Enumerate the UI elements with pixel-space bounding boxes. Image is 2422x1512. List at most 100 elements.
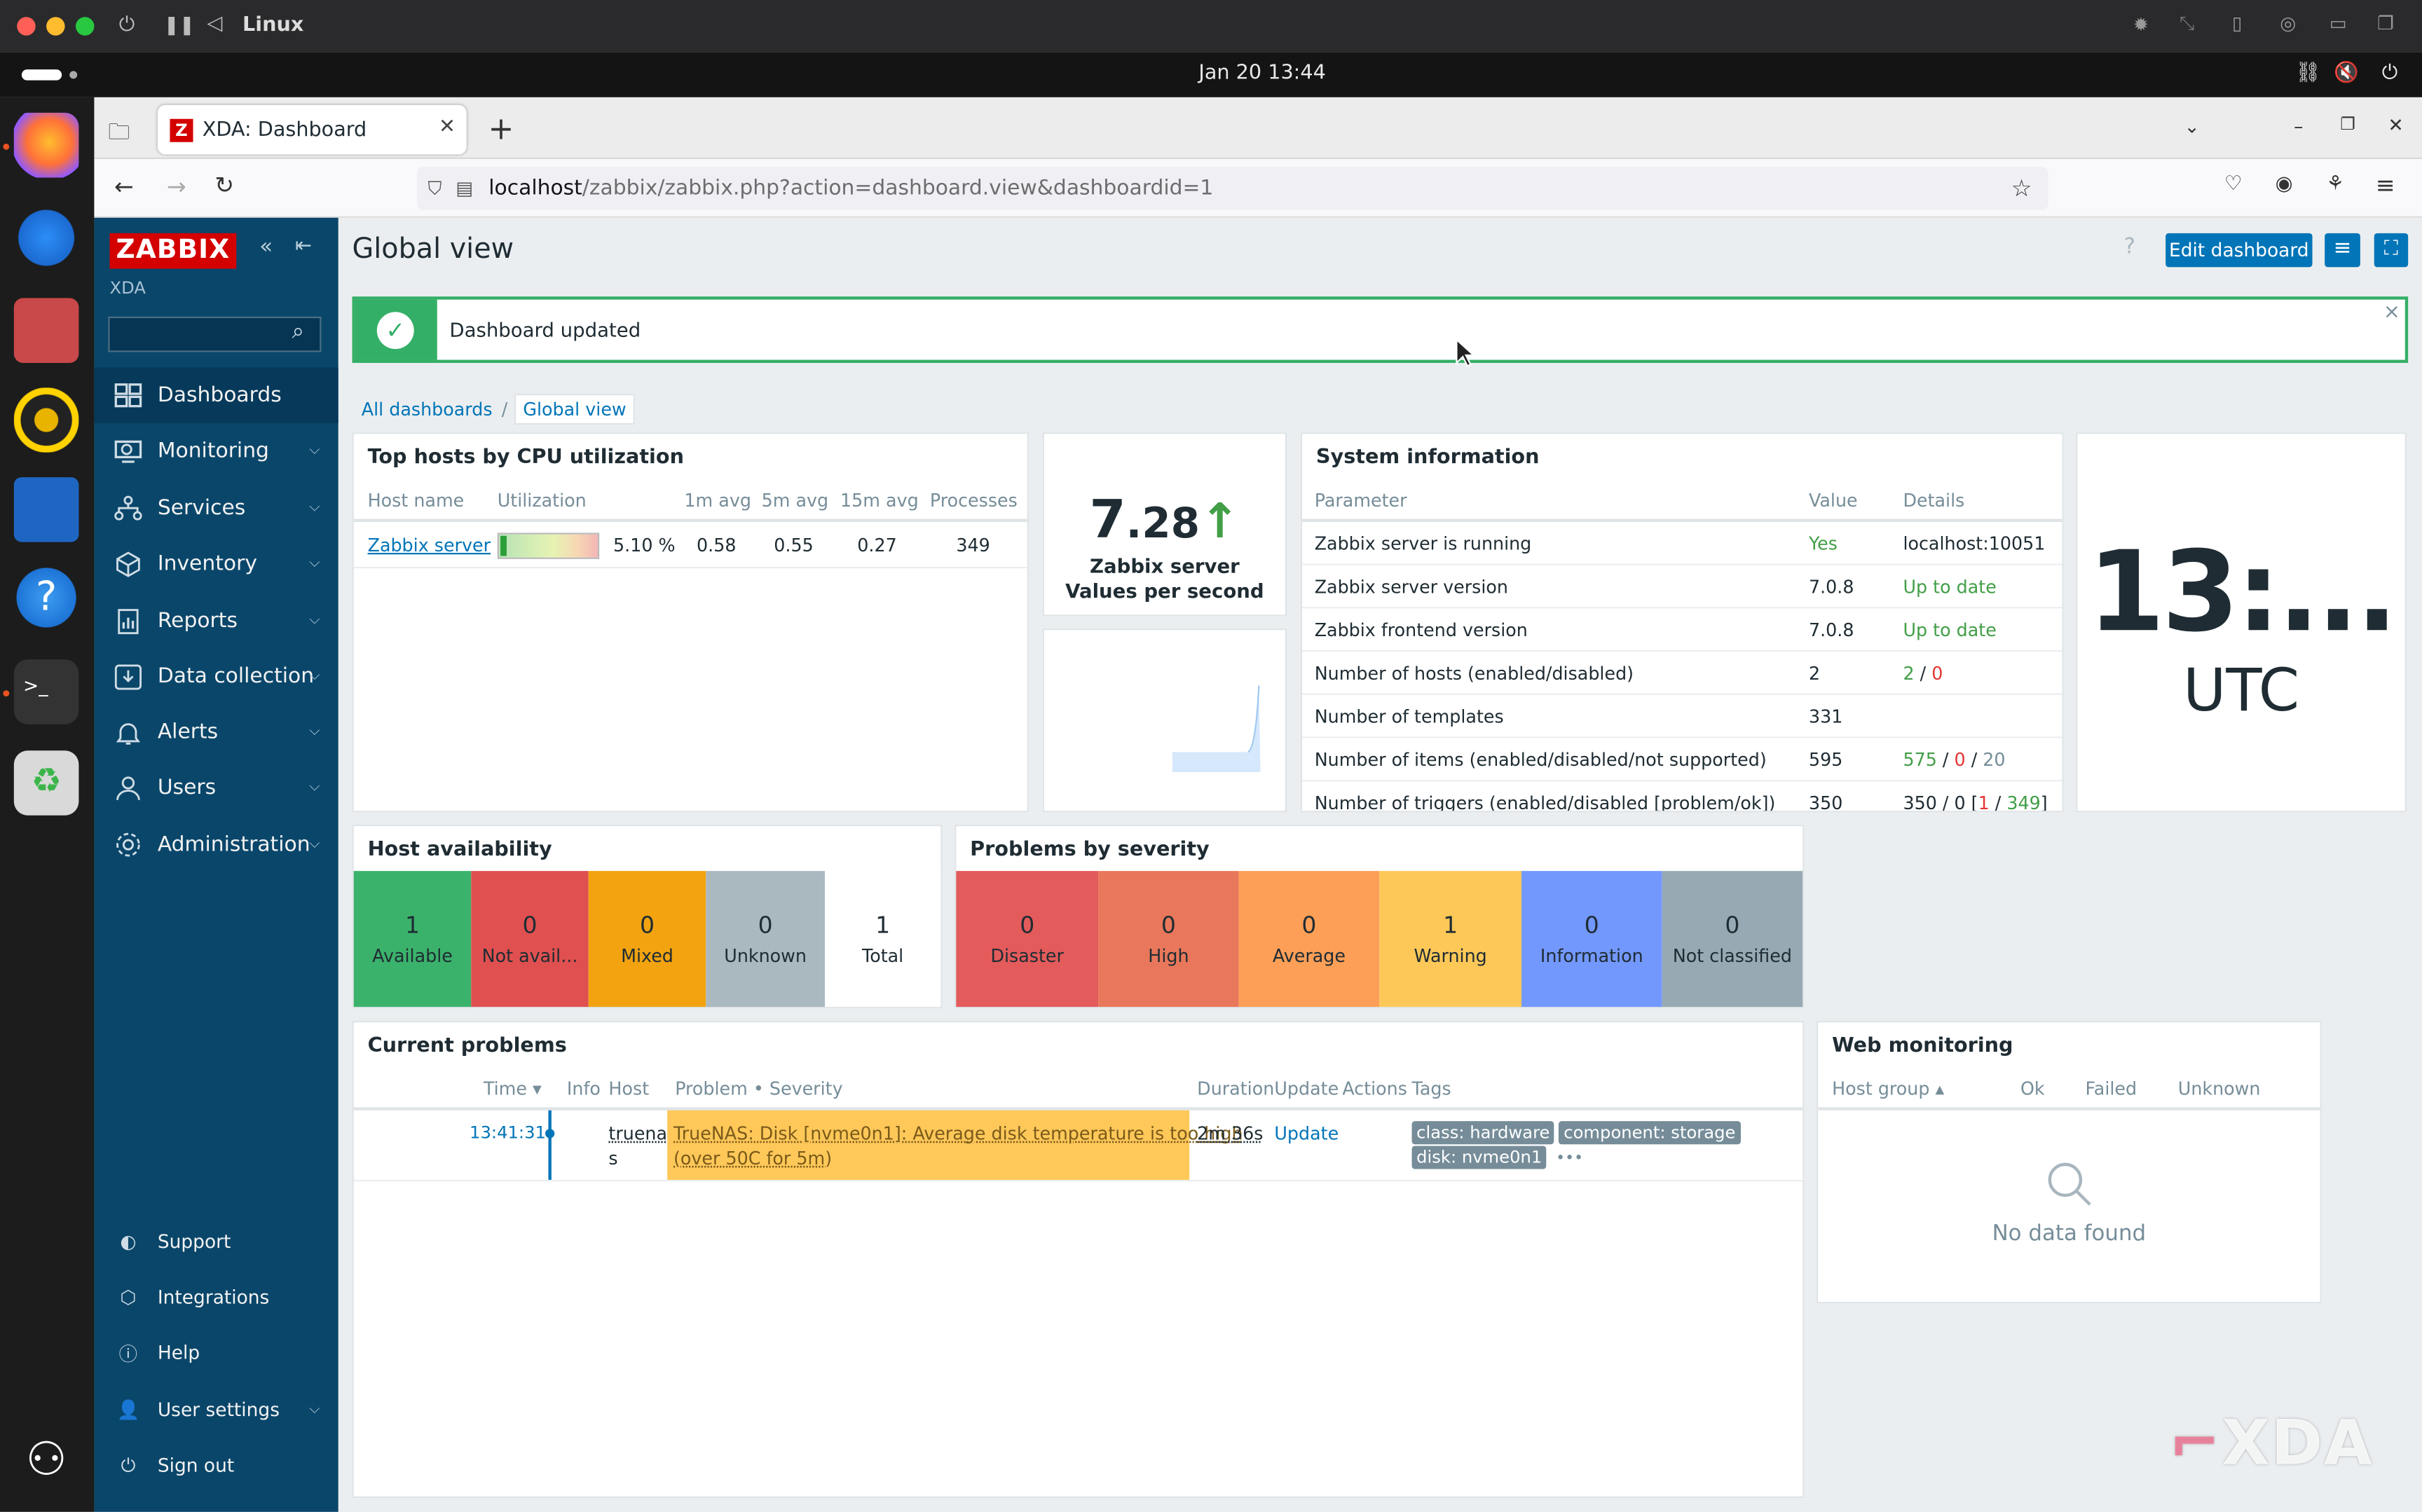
host-availability-mixed[interactable]: 0 Mixed <box>588 871 706 1008</box>
files-icon[interactable] <box>13 298 79 363</box>
sidebar-item-services[interactable]: Services ⌵ <box>94 480 338 535</box>
close-tab-icon[interactable]: ✕ <box>439 116 456 139</box>
pause-icon[interactable]: ❚❚ <box>164 14 195 36</box>
help-button[interactable]: ? <box>2124 235 2135 259</box>
sidebar-item-dashboards[interactable]: Dashboards <box>94 367 338 423</box>
breadcrumb-all-dashboards[interactable]: All dashboards <box>353 398 502 420</box>
pocket-icon[interactable]: ♡ <box>2224 173 2243 196</box>
new-tab-button[interactable]: + <box>488 109 514 146</box>
column-header-host[interactable]: Host <box>608 1078 649 1099</box>
back-icon[interactable]: ◁ <box>207 13 222 36</box>
column-header[interactable]: Utilization <box>498 490 587 511</box>
close-window-button[interactable] <box>17 17 36 36</box>
breadcrumb-current[interactable]: Global view <box>514 392 636 425</box>
kiosk-mode-icon[interactable]: ⛶ <box>2374 233 2409 268</box>
power-menu-icon[interactable]: ⏻ <box>2382 62 2398 85</box>
sidebar-item-user-settings[interactable]: 👤 User settings ⌵ <box>94 1382 338 1438</box>
power-icon[interactable]: ⏻ <box>119 14 135 37</box>
sidebar-item-sign-out[interactable]: ⏻ Sign out <box>94 1438 338 1493</box>
account-icon[interactable]: ◉ <box>2276 173 2293 196</box>
host-availability-not-available[interactable]: 0 Not avail... <box>471 871 589 1008</box>
url-bar[interactable]: ⛉ ▤ localhost/zabbix/zabbix.php?action=d… <box>417 167 2048 210</box>
browser-tab[interactable]: Z XDA: Dashboard ✕ <box>157 104 467 155</box>
severity-disaster[interactable]: 0 Disaster <box>956 871 1099 1008</box>
close-message-icon[interactable]: × <box>2383 301 2400 324</box>
column-header[interactable]: 15m avg <box>840 490 919 511</box>
column-header-problem[interactable]: Problem • Severity <box>675 1078 842 1099</box>
back-arrow-icon[interactable]: ← <box>114 173 134 201</box>
activities-indicator[interactable] <box>21 69 62 81</box>
problem-time[interactable]: 13:41:31 <box>470 1122 546 1143</box>
brightness-icon[interactable]: ✹ <box>2133 14 2149 36</box>
forward-arrow-icon[interactable]: → <box>167 173 186 201</box>
search-icon[interactable]: ⌕ <box>292 319 304 344</box>
windows-icon[interactable]: ❐ <box>2377 13 2394 34</box>
severity-not-classified[interactable]: 0 Not classified <box>1662 871 1803 1008</box>
hide-sidebar-icon[interactable]: ⇤ <box>295 235 312 258</box>
update-link[interactable]: Update <box>1274 1122 1339 1144</box>
sidebar-item-integrations[interactable]: ⬡ Integrations <box>94 1270 338 1325</box>
more-tags-icon[interactable]: ••• <box>1556 1150 1583 1167</box>
usb-icon[interactable]: ▯ <box>2232 13 2243 34</box>
terminal-icon[interactable]: >_ <box>13 659 79 724</box>
restore-icon[interactable]: ❐ <box>2340 114 2355 135</box>
search-input[interactable] <box>108 316 322 352</box>
edit-dashboard-button[interactable]: Edit dashboard <box>2166 233 2313 268</box>
writer-icon[interactable] <box>13 477 79 542</box>
bookmark-star-icon[interactable]: ☆ <box>2011 174 2032 202</box>
sidebar-item-reports[interactable]: Reports ⌵ <box>94 593 338 648</box>
zoom-window-button[interactable] <box>76 17 95 36</box>
problem-host-wrap[interactable]: s <box>608 1148 617 1169</box>
extensions-icon[interactable]: ⚘ <box>2326 173 2344 196</box>
column-header-host-group[interactable]: Host group ▴ <box>1832 1078 1944 1099</box>
page-info-icon[interactable]: ▤ <box>456 177 473 199</box>
list-tabs-icon[interactable]: ⌄ <box>2184 116 2200 137</box>
trash-icon[interactable]: ♻ <box>13 750 79 816</box>
clock[interactable]: Jan 20 13:44 <box>1198 62 1325 85</box>
host-availability-available[interactable]: 1 Available <box>353 871 472 1008</box>
volume-muted-icon[interactable]: 🔇 <box>2334 62 2359 85</box>
severity-warning[interactable]: 1 Warning <box>1379 871 1522 1008</box>
problem-text-wrap[interactable]: (over 50C for 5m) <box>673 1148 832 1169</box>
column-header[interactable]: Host name <box>368 490 465 511</box>
sidebar-item-monitoring[interactable]: Monitoring ⌵ <box>94 423 338 479</box>
problem-text[interactable]: TrueNAS: Disk [nvme0n1]: Average disk te… <box>673 1122 1243 1144</box>
dashboard-actions-menu-icon[interactable]: ≡ <box>2325 233 2360 268</box>
column-header[interactable]: Processes <box>930 490 1018 511</box>
minimize-window-button[interactable] <box>46 17 65 36</box>
firefox-view-icon[interactable]: 🗀 <box>108 116 130 153</box>
sidebar-item-data-collection[interactable]: Data collection ⌵ <box>94 649 338 704</box>
host-availability-unknown[interactable]: 0 Unknown <box>706 871 825 1008</box>
column-header[interactable]: 5m avg <box>762 490 828 511</box>
sidebar-item-alerts[interactable]: Alerts ⌵ <box>94 704 338 760</box>
firefox-icon[interactable] <box>13 112 79 178</box>
close-icon[interactable]: ✕ <box>2388 114 2404 136</box>
resize-icon[interactable]: ⤡ <box>2180 13 2194 36</box>
sidebar-item-users[interactable]: Users ⌵ <box>94 760 338 815</box>
minimize-icon[interactable]: – <box>2294 116 2303 137</box>
shield-icon[interactable]: ⛉ <box>428 177 442 200</box>
menu-icon[interactable]: ≡ <box>2376 172 2395 200</box>
problem-host[interactable]: truena <box>608 1122 667 1144</box>
host-availability-total[interactable]: 1 Total <box>824 871 941 1008</box>
network-icon[interactable]: ⛓ <box>2295 62 2320 85</box>
thunderbird-icon[interactable] <box>13 205 79 270</box>
problem-duration[interactable]: 2m 36s <box>1197 1122 1263 1144</box>
sidebar-item-help[interactable]: ⓘ Help <box>94 1325 338 1380</box>
severity-average[interactable]: 0 Average <box>1238 871 1380 1008</box>
camera-icon[interactable]: ◎ <box>2280 13 2296 34</box>
sidebar-item-support[interactable]: ◐ Support <box>94 1214 338 1269</box>
collapse-sidebar-icon[interactable]: « <box>259 235 273 259</box>
share-icon[interactable]: ▭ <box>2329 13 2347 34</box>
show-apps-icon[interactable]: ⚇ <box>14 1429 79 1494</box>
help-icon[interactable]: ? <box>13 565 79 631</box>
severity-information[interactable]: 0 Information <box>1521 871 1662 1008</box>
problem-cell[interactable]: TrueNAS: Disk [nvme0n1]: Average disk te… <box>667 1110 1243 1180</box>
host-link[interactable]: Zabbix server <box>368 535 491 556</box>
zabbix-logo[interactable]: ZABBIX <box>109 233 237 269</box>
tag[interactable]: component: storage <box>1559 1121 1741 1145</box>
severity-high[interactable]: 0 High <box>1098 871 1239 1008</box>
sidebar-item-administration[interactable]: Administration ⌵ <box>94 817 338 872</box>
column-header-time[interactable]: Time ▾ <box>484 1078 542 1099</box>
tag[interactable]: disk: nvme0n1 <box>1411 1146 1547 1169</box>
